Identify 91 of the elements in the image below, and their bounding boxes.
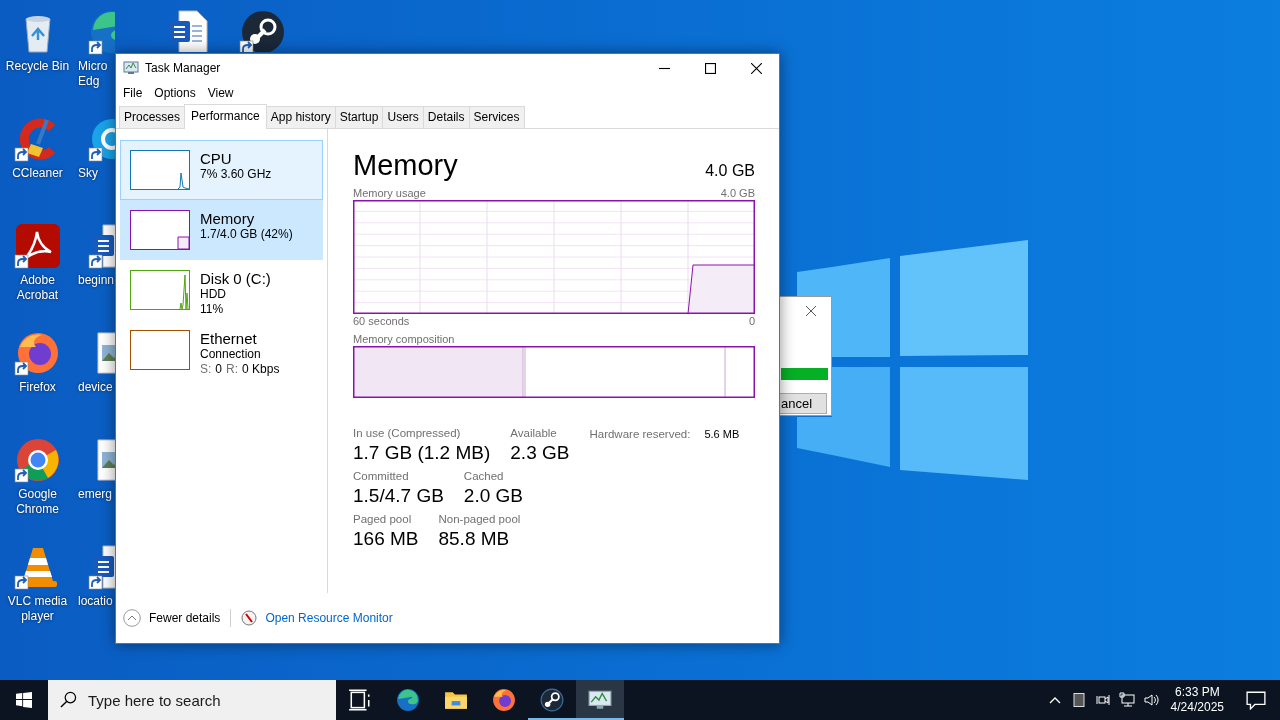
- rate-value: 0 Kbps: [242, 362, 280, 377]
- cancel-button[interactable]: ancel: [780, 393, 827, 414]
- graph-max-label: 4.0 GB: [720, 186, 755, 200]
- clock-date: 4/24/2025: [1170, 700, 1224, 715]
- icon-label[interactable]: Firefox: [19, 380, 56, 395]
- resource-name: CPU: [200, 150, 233, 167]
- stat-value: 85.8 MB: [438, 527, 511, 551]
- clock-time: 6:33 PM: [1173, 685, 1221, 700]
- tab[interactable]: Processes: [119, 106, 186, 128]
- windows-icon: [16, 692, 32, 708]
- graph-label: Memory composition: [353, 332, 456, 346]
- resource-name: Memory: [200, 210, 256, 227]
- icon-label[interactable]: CCleaner: [12, 166, 63, 181]
- icon-label[interactable]: Micro Edg: [78, 59, 108, 89]
- gauge-icon: [241, 610, 258, 626]
- task-view-icon: [348, 688, 372, 712]
- search-icon: [60, 691, 77, 708]
- resource-item[interactable]: Disk 0 (C:) HDD 11%: [120, 260, 323, 320]
- close-icon[interactable]: [805, 305, 817, 317]
- resource-detail: 1.7/4.0 GB (42%): [200, 227, 293, 242]
- volume-icon: [1142, 692, 1159, 708]
- panel-title: Memory: [353, 148, 458, 182]
- resource-monitor-link[interactable]: Open Resource Monitor: [265, 609, 393, 627]
- axis-label: 0: [748, 314, 755, 328]
- stat-label: In use (Compressed): [353, 426, 462, 441]
- stat-label: Non-paged pool: [438, 512, 521, 527]
- chevron-up-icon[interactable]: [123, 609, 141, 627]
- icon-label[interactable]: Google Chrome: [16, 487, 59, 517]
- menu-item[interactable]: Options: [148, 84, 202, 102]
- tab[interactable]: Services: [468, 106, 525, 128]
- stat-value: 2.0 GB: [463, 484, 523, 508]
- monitor-graph-icon: [123, 60, 139, 76]
- icon-label[interactable]: VLC media player: [7, 594, 68, 624]
- fewer-details-button[interactable]: Fewer details: [149, 609, 221, 627]
- stat-value: 1.7 GB (1.2 MB): [353, 441, 491, 465]
- stat-label: Paged pool: [353, 512, 413, 527]
- stat-label: Cached: [463, 469, 505, 484]
- stat-value: 1.5/4.7 GB: [353, 484, 444, 508]
- stat-value: 5.6 MB: [704, 427, 740, 442]
- resource-detail: Connection: [200, 347, 262, 362]
- axis-label: 60 seconds: [353, 314, 410, 328]
- tab[interactable]: Users: [382, 106, 424, 128]
- camera-icon: [1094, 692, 1111, 708]
- stat-label: Hardware reserved:: [589, 427, 691, 442]
- rate-value: 0: [215, 362, 223, 377]
- graph-label: Memory usage: [353, 186, 426, 200]
- close-icon: [750, 62, 762, 74]
- resource-detail: HDD: [200, 287, 227, 302]
- tab[interactable]: App history: [265, 106, 336, 128]
- menu-item[interactable]: View: [201, 84, 240, 102]
- icon-label[interactable]: emerg: [78, 487, 112, 502]
- notification-icon: [1246, 690, 1266, 710]
- pdf-icon[interactable]: [13, 222, 62, 270]
- resource-detail: 7% 3.60 GHz: [200, 167, 272, 182]
- icon-label[interactable]: beginn: [78, 273, 115, 288]
- browser-icon: [396, 688, 420, 712]
- browser-icon[interactable]: [13, 436, 62, 484]
- menu-item[interactable]: File: [117, 84, 149, 102]
- resource-item[interactable]: CPU 7% 3.60 GHz: [120, 140, 323, 200]
- stat-value: 2.3 GB: [510, 441, 570, 465]
- icon-label[interactable]: Adobe Acrobat: [16, 273, 59, 303]
- rate-label: R:: [226, 362, 239, 377]
- search-field[interactable]: Type here to search: [48, 680, 336, 720]
- game-client-icon[interactable]: [238, 8, 287, 52]
- game-client-icon: [540, 688, 564, 712]
- total-memory: 4.0 GB: [705, 161, 755, 181]
- tablet-icon: [1070, 692, 1087, 708]
- resource-name: Ethernet: [200, 330, 258, 347]
- resource-detail: 11%: [200, 302, 225, 317]
- icon-label[interactable]: Recycle Bin: [5, 59, 70, 74]
- rate-label: S:: [200, 362, 212, 377]
- maximize-icon: [704, 62, 716, 74]
- tab[interactable]: Startup: [334, 106, 384, 128]
- taskbar-button[interactable]: [576, 680, 624, 720]
- icon-label[interactable]: locatio: [78, 594, 113, 609]
- browser-icon: [492, 688, 516, 712]
- clock[interactable]: 6:33 PM 4/24/2025: [1162, 680, 1232, 720]
- stat-label: Available: [510, 426, 558, 441]
- resource-item[interactable]: Memory 1.7/4.0 GB (42%): [120, 200, 323, 260]
- browser-icon[interactable]: [88, 8, 115, 56]
- tab[interactable]: Details: [422, 106, 470, 128]
- window-title: Task Manager: [145, 60, 221, 77]
- tab[interactable]: Performance: [184, 104, 267, 129]
- icon-label[interactable]: Sky: [78, 166, 98, 181]
- monitor-graph-icon: [588, 688, 612, 712]
- resource-item[interactable]: Ethernet Connection S: 0 R: 0 Kbps: [120, 320, 323, 380]
- stat-label: Committed: [353, 469, 410, 484]
- stat-value: 166 MB: [353, 527, 419, 551]
- icon-label[interactable]: device: [78, 380, 113, 395]
- resource-name: Disk 0 (C:): [200, 270, 271, 287]
- network-icon: [1118, 692, 1135, 708]
